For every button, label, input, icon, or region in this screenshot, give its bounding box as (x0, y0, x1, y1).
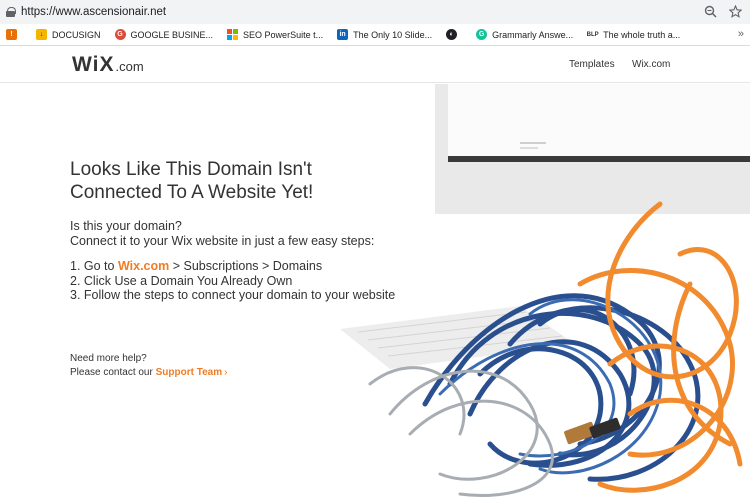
site-header: WiX .com Templates Wix.com (0, 46, 750, 83)
bookmark-whole-truth[interactable]: BLP The whole truth a... (587, 29, 680, 40)
bookmark-label: The Only 10 Slide... (353, 29, 433, 40)
logo-main: WiX (72, 53, 115, 76)
address-bar[interactable]: https://www.ascensionair.net (0, 0, 750, 24)
help-text: Need more help? Please contact our Suppo… (70, 352, 227, 380)
grammarly-icon: G (476, 29, 488, 40)
alert-bookmark-icon: ! (6, 29, 17, 40)
linkedin-icon: in (337, 29, 349, 40)
globe-icon: ◐ (446, 29, 458, 40)
step-1-prefix: 1. Go to (70, 259, 118, 273)
chevron-right-icon: › (224, 367, 228, 378)
wix-com-link[interactable]: Wix.com (118, 259, 169, 273)
more-bookmarks-icon[interactable]: » (738, 28, 744, 40)
page-headline: Looks Like This Domain Isn't Connected T… (70, 158, 400, 204)
lock-icon (6, 7, 16, 17)
url-text[interactable]: https://www.ascensionair.net (21, 6, 692, 18)
zoom-icon[interactable] (704, 5, 717, 20)
help-question: Need more help? (70, 353, 147, 364)
headline-line-1: Looks Like This Domain Isn't (70, 159, 312, 180)
bookmark-label: GOOGLE BUSINE... (130, 29, 214, 40)
google-plus-icon: G (114, 29, 126, 40)
bookmark-generic-icon: BLP (587, 29, 599, 40)
docusign-icon: ↓ (36, 29, 47, 40)
step-2: 2. Click Use a Domain You Already Own (70, 273, 293, 288)
bookmark-seo-powersuite[interactable]: SEO PowerSuite t... (227, 29, 323, 40)
bookmark-label: DOCUSIGN (52, 29, 101, 40)
bookmark-label: SEO PowerSuite t... (243, 29, 324, 40)
steps-list: 1. Go to Wix.com > Subscriptions > Domai… (70, 259, 395, 303)
intro-text: Is this your domain? Connect it to your … (70, 219, 374, 249)
step-3: 3. Follow the steps to connect your doma… (70, 288, 396, 302)
bookmark-globe[interactable]: ◐ (446, 29, 462, 40)
star-icon[interactable] (728, 4, 743, 20)
microsoft-grid-icon (227, 29, 239, 40)
headline-line-2: Connected To A Website Yet! (70, 182, 314, 203)
bookmark-google-business[interactable]: G GOOGLE BUSINE... (114, 29, 214, 40)
step-1: 1. Go to Wix.com > Subscriptions > Domai… (70, 259, 395, 274)
bookmark-label: Grammarly Answe... (492, 29, 574, 40)
bookmark-linkedin[interactable]: in The Only 10 Slide... (337, 29, 432, 40)
bookmarks-bar: ! ↓ DOCUSIGN G GOOGLE BUSINE... SEO Powe… (0, 24, 750, 46)
intro-instruction: Connect it to your Wix website in just a… (70, 234, 375, 248)
bookmark-docusign[interactable]: ↓ DOCUSIGN (36, 29, 101, 40)
support-team-link[interactable]: Support Team (156, 367, 222, 378)
step-1-suffix: > Subscriptions > Domains (169, 259, 323, 273)
nav-wix-link[interactable]: Wix.com (632, 59, 670, 70)
nav-templates-link[interactable]: Templates (569, 59, 615, 70)
wix-logo[interactable]: WiX .com (72, 53, 144, 77)
logo-suffix: .com (115, 59, 144, 74)
bookmark-label: The whole truth a... (603, 29, 681, 40)
bookmark-alert[interactable]: ! (6, 29, 22, 40)
bookmark-grammarly[interactable]: G Grammarly Answe... (476, 29, 573, 40)
help-prefix: Please contact our (70, 367, 156, 378)
intro-question: Is this your domain? (70, 219, 182, 233)
